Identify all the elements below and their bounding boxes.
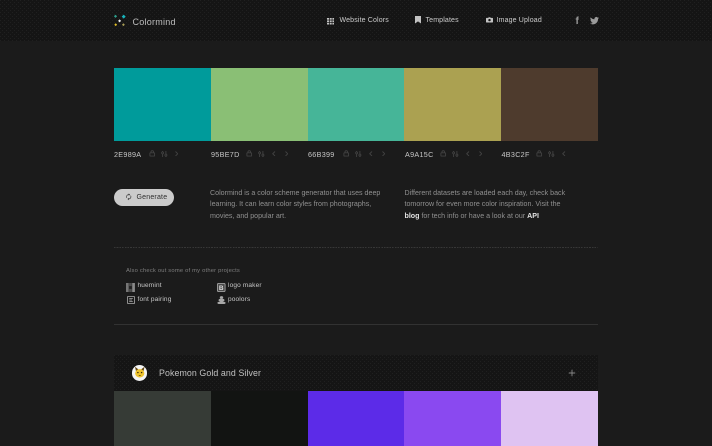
svg-text:B: B — [219, 285, 224, 292]
